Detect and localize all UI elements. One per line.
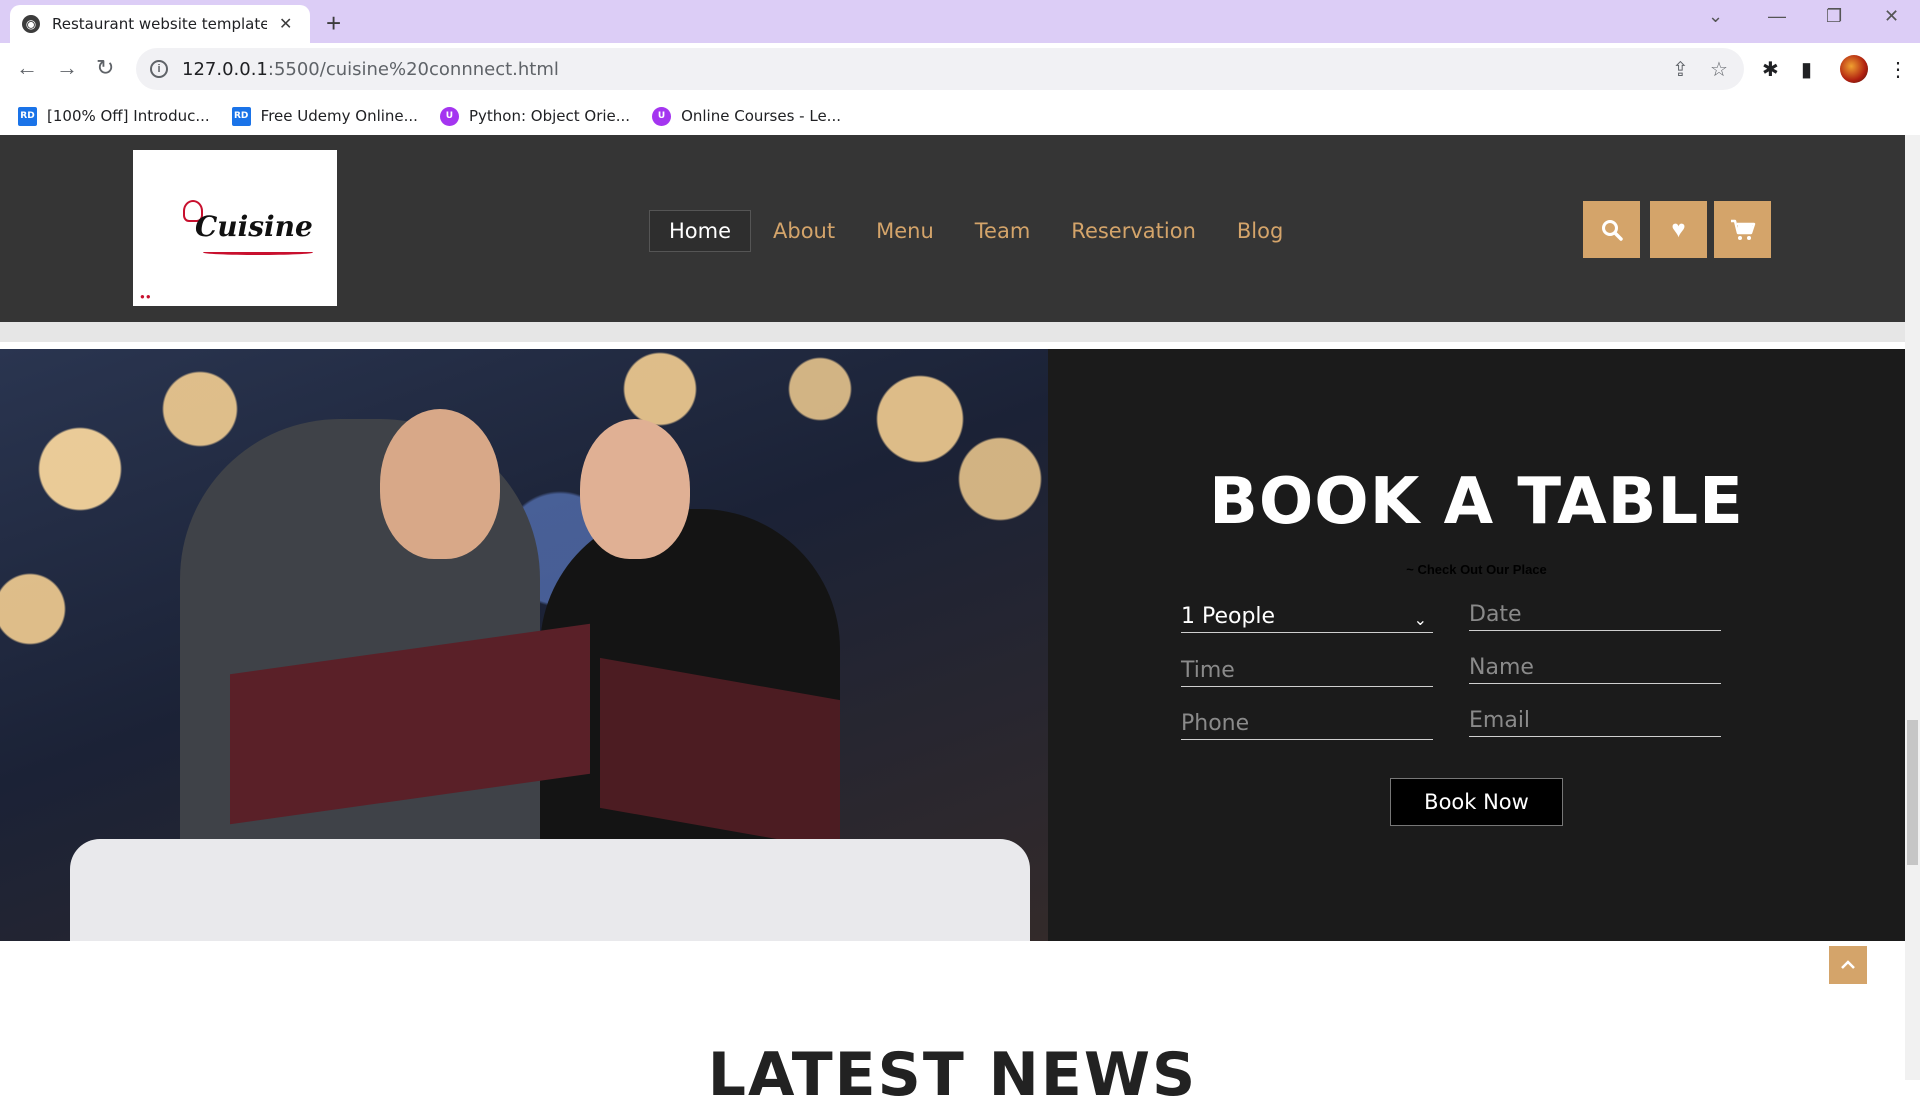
bookmark-label: Online Courses - Le... bbox=[681, 107, 841, 125]
browser-tab[interactable]: ◉ Restaurant website template wit ✕ bbox=[10, 5, 310, 43]
site-info-icon[interactable]: i bbox=[150, 60, 168, 78]
booking-section: BOOK A TABLE ~ Check Out Our Place 1 Peo… bbox=[1048, 349, 1905, 941]
forward-icon[interactable]: → bbox=[56, 55, 78, 81]
time-field[interactable]: Time bbox=[1181, 651, 1433, 687]
search-icon[interactable] bbox=[1583, 201, 1640, 258]
back-icon[interactable]: ← bbox=[16, 55, 38, 81]
bookmark-item[interactable]: U Online Courses - Le... bbox=[652, 106, 841, 126]
nav-blog[interactable]: Blog bbox=[1218, 211, 1302, 251]
tab-search-icon[interactable]: ⌄ bbox=[1708, 6, 1723, 27]
close-tab-icon[interactable]: ✕ bbox=[279, 14, 292, 34]
reload-icon[interactable]: ↻ bbox=[96, 55, 114, 81]
time-placeholder: Time bbox=[1181, 658, 1235, 683]
email-placeholder: Email bbox=[1469, 708, 1531, 733]
photo-woman-head bbox=[580, 419, 690, 559]
bookmark-favicon-icon: U bbox=[652, 106, 672, 126]
logo-swoosh bbox=[203, 250, 313, 255]
logo-dots: ●● bbox=[140, 292, 152, 301]
divider-strip bbox=[0, 322, 1905, 342]
latest-news-title: LATEST NEWS bbox=[707, 1040, 1198, 1110]
logo-text: Cuisine bbox=[195, 210, 313, 243]
scrollbar-thumb[interactable] bbox=[1907, 720, 1918, 865]
bookmark-item[interactable]: RD [100% Off] Introduc... bbox=[18, 106, 210, 126]
menu-dots-icon[interactable]: ⋮ bbox=[1888, 57, 1908, 82]
people-select-value: 1 People bbox=[1181, 604, 1276, 629]
couple-dining-photo bbox=[0, 349, 1048, 941]
bookmark-item[interactable]: U Python: Object Orie... bbox=[439, 106, 631, 126]
globe-icon: ◉ bbox=[22, 15, 40, 33]
photo-man-head bbox=[380, 409, 500, 559]
page-scrollbar[interactable] bbox=[1905, 135, 1920, 1080]
bookmark-favicon-icon: RD bbox=[18, 106, 37, 126]
date-field[interactable]: Date bbox=[1469, 595, 1721, 631]
bookmark-label: [100% Off] Introduc... bbox=[47, 107, 210, 125]
bookmark-star-icon[interactable]: ☆ bbox=[1710, 57, 1728, 82]
chevron-down-icon: ⌄ bbox=[1413, 610, 1427, 629]
email-field[interactable]: Email bbox=[1469, 701, 1721, 737]
nav-reservation[interactable]: Reservation bbox=[1052, 211, 1215, 251]
people-select[interactable]: 1 People ⌄ bbox=[1181, 597, 1433, 633]
bookmark-favicon-icon: U bbox=[439, 106, 459, 126]
address-bar[interactable]: i 127.0.0.1:5500/cuisine%20connnect.html… bbox=[136, 48, 1744, 90]
extensions-icon[interactable]: ✱ bbox=[1762, 57, 1779, 82]
book-now-button[interactable]: Book Now bbox=[1390, 778, 1563, 826]
divider-strip bbox=[0, 342, 1905, 349]
browser-toolbar: ← → ↻ i 127.0.0.1:5500/cuisine%20connnec… bbox=[0, 43, 1920, 97]
url-text: 127.0.0.1:5500/cuisine%20connnect.html bbox=[182, 58, 559, 80]
profile-avatar[interactable] bbox=[1840, 55, 1868, 83]
bookmark-label: Python: Object Orie... bbox=[468, 107, 631, 125]
nav-team[interactable]: Team bbox=[956, 211, 1050, 251]
close-window-icon[interactable]: ✕ bbox=[1884, 6, 1899, 27]
site-logo[interactable]: Cuisine ●● bbox=[133, 150, 337, 306]
booking-subtitle: ~ Check Out Our Place bbox=[1406, 562, 1547, 577]
nav-menu[interactable]: Menu bbox=[857, 211, 953, 251]
cart-icon[interactable] bbox=[1714, 201, 1771, 258]
side-panel-icon[interactable]: ▮ bbox=[1801, 57, 1812, 82]
nav-home[interactable]: Home bbox=[649, 210, 752, 252]
main-nav: Home About Menu Team Reservation Blog bbox=[649, 210, 1305, 252]
heart-icon[interactable]: ♥ bbox=[1650, 201, 1707, 258]
bookmark-label: Free Udemy Online... bbox=[260, 107, 418, 125]
booking-title: BOOK A TABLE bbox=[1209, 465, 1744, 539]
bookmarks-bar: RD [100% Off] Introduc... RD Free Udemy … bbox=[0, 97, 1920, 135]
browser-tab-bar: ◉ Restaurant website template wit ✕ + ⌄ … bbox=[0, 0, 1920, 43]
name-field[interactable]: Name bbox=[1469, 648, 1721, 684]
minimize-icon[interactable]: — bbox=[1768, 6, 1786, 27]
date-placeholder: Date bbox=[1469, 602, 1522, 627]
phone-placeholder: Phone bbox=[1181, 711, 1250, 736]
tab-title: Restaurant website template wit bbox=[52, 15, 267, 33]
bookmark-favicon-icon: RD bbox=[231, 106, 251, 126]
nav-about[interactable]: About bbox=[754, 211, 854, 251]
scroll-to-top-button[interactable] bbox=[1829, 946, 1867, 984]
new-tab-icon[interactable]: + bbox=[326, 8, 341, 39]
bookmark-item[interactable]: RD Free Udemy Online... bbox=[231, 106, 418, 126]
phone-field[interactable]: Phone bbox=[1181, 704, 1433, 740]
name-placeholder: Name bbox=[1469, 655, 1534, 680]
restore-icon[interactable]: ❐ bbox=[1826, 6, 1842, 27]
share-icon[interactable]: ⇪ bbox=[1672, 57, 1689, 82]
photo-table bbox=[70, 839, 1030, 941]
site-header: Cuisine ●● Home About Menu Team Reservat… bbox=[0, 135, 1905, 322]
